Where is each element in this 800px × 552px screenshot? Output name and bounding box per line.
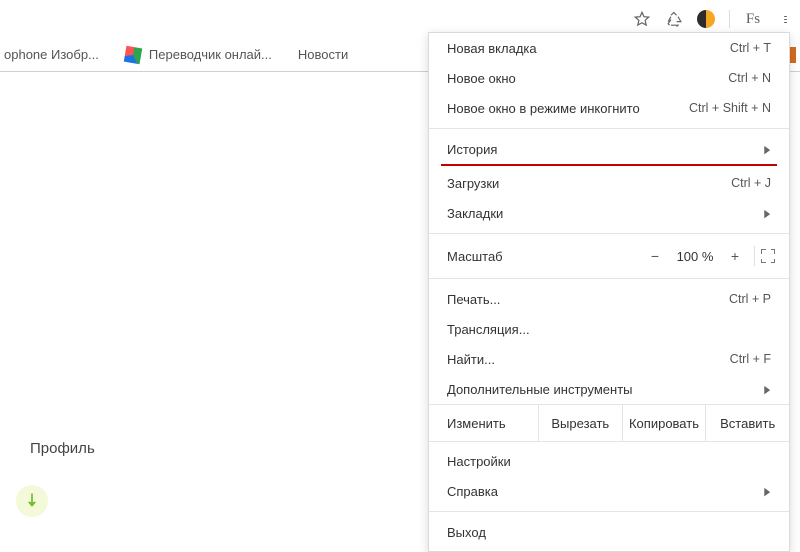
zoom-value: 100 % bbox=[668, 249, 722, 264]
star-bookmark-icon[interactable] bbox=[633, 10, 651, 28]
menu-item-edit-group: Изменить Вырезать Копировать Вставить bbox=[429, 404, 789, 442]
menu-item-help[interactable]: Справка ▶ bbox=[429, 476, 789, 506]
menu-item-label: Новое окно в режиме инкогнито bbox=[447, 101, 640, 116]
zoom-out-button[interactable]: − bbox=[642, 248, 668, 264]
toolbar-separator bbox=[729, 10, 730, 28]
menu-item-label: Загрузки bbox=[447, 176, 499, 191]
kebab-menu-icon[interactable] bbox=[776, 10, 794, 28]
bookmark-label: Переводчик онлай... bbox=[149, 47, 272, 62]
menu-separator bbox=[429, 128, 789, 129]
fs-extension-icon[interactable]: Fs bbox=[744, 10, 762, 28]
chevron-right-icon: ▶ bbox=[764, 207, 770, 220]
bookmark-item[interactable]: ophone Изобр... bbox=[4, 47, 99, 62]
cut-button[interactable]: Вырезать bbox=[538, 405, 622, 441]
menu-item-find[interactable]: Найти... Ctrl + F bbox=[429, 344, 789, 374]
chrome-main-menu: Новая вкладка Ctrl + T Новое окно Ctrl +… bbox=[428, 32, 790, 552]
menu-item-label: Настройки bbox=[447, 454, 511, 469]
download-arrow-icon[interactable] bbox=[16, 485, 48, 517]
annotation-underline bbox=[441, 164, 777, 166]
menu-item-label: История bbox=[447, 142, 497, 157]
chevron-right-icon: ▶ bbox=[764, 143, 770, 156]
menu-item-label: Трансляция... bbox=[447, 322, 530, 337]
bookmark-label: Новости bbox=[298, 47, 348, 62]
menu-item-label: Печать... bbox=[447, 292, 500, 307]
menu-item-shortcut: Ctrl + F bbox=[730, 352, 771, 366]
menu-separator bbox=[429, 511, 789, 512]
menu-item-settings[interactable]: Настройки bbox=[429, 446, 789, 476]
menu-item-new-tab[interactable]: Новая вкладка Ctrl + T bbox=[429, 33, 789, 63]
menu-item-shortcut: Ctrl + Shift + N bbox=[689, 101, 771, 115]
zoom-separator bbox=[754, 246, 755, 266]
menu-item-history[interactable]: История ▶ bbox=[429, 134, 789, 164]
menu-item-label: Новая вкладка bbox=[447, 41, 537, 56]
menu-item-zoom: Масштаб − 100 % + bbox=[429, 239, 789, 273]
menu-separator bbox=[429, 278, 789, 279]
bookmark-label: ophone Изобр... bbox=[4, 47, 99, 62]
menu-separator bbox=[429, 233, 789, 234]
bookmark-item[interactable]: Переводчик онлай... bbox=[125, 47, 272, 63]
chevron-right-icon: ▶ bbox=[764, 383, 770, 396]
menu-item-exit[interactable]: Выход bbox=[429, 517, 789, 547]
menu-item-shortcut: Ctrl + P bbox=[729, 292, 771, 306]
menu-item-downloads[interactable]: Загрузки Ctrl + J bbox=[429, 168, 789, 198]
chevron-right-icon: ▶ bbox=[764, 485, 770, 498]
profile-heading: Профиль bbox=[30, 440, 95, 457]
menu-item-label: Справка bbox=[447, 484, 498, 499]
zoom-in-button[interactable]: + bbox=[722, 248, 748, 264]
menu-item-incognito[interactable]: Новое окно в режиме инкогнито Ctrl + Shi… bbox=[429, 93, 789, 123]
copy-button[interactable]: Копировать bbox=[622, 405, 706, 441]
menu-item-label: Найти... bbox=[447, 352, 495, 367]
menu-item-bookmarks[interactable]: Закладки ▶ bbox=[429, 198, 789, 228]
menu-item-print[interactable]: Печать... Ctrl + P bbox=[429, 284, 789, 314]
menu-item-new-window[interactable]: Новое окно Ctrl + N bbox=[429, 63, 789, 93]
menu-item-label: Выход bbox=[447, 525, 486, 540]
menu-item-shortcut: Ctrl + J bbox=[731, 176, 771, 190]
menu-item-cast[interactable]: Трансляция... bbox=[429, 314, 789, 344]
menu-item-shortcut: Ctrl + T bbox=[730, 41, 771, 55]
menu-item-label: Закладки bbox=[447, 206, 503, 221]
zoom-label: Масштаб bbox=[447, 249, 642, 264]
menu-item-label: Дополнительные инструменты bbox=[447, 382, 633, 397]
menu-item-shortcut: Ctrl + N bbox=[728, 71, 771, 85]
menu-item-label: Новое окно bbox=[447, 71, 516, 86]
edit-label: Изменить bbox=[429, 405, 538, 441]
translator-favicon-icon bbox=[124, 45, 143, 64]
bookmark-item[interactable]: Новости bbox=[298, 47, 348, 62]
paste-button[interactable]: Вставить bbox=[705, 405, 789, 441]
recycle-extension-icon[interactable] bbox=[665, 10, 683, 28]
fullscreen-icon[interactable] bbox=[761, 249, 775, 263]
swirl-extension-icon[interactable] bbox=[697, 10, 715, 28]
menu-item-more-tools[interactable]: Дополнительные инструменты ▶ bbox=[429, 374, 789, 404]
